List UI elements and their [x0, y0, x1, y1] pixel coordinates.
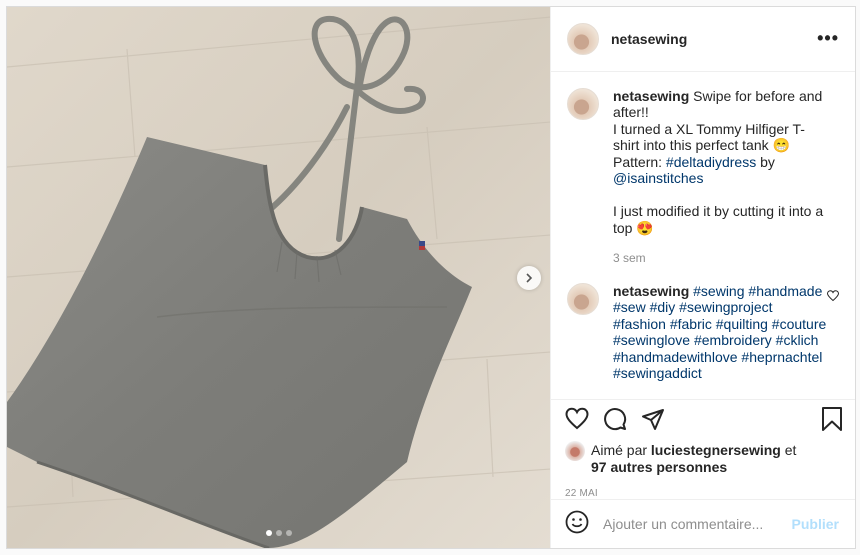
carousel-dot	[265, 530, 272, 536]
hashtag-link[interactable]: #sewingaddict	[613, 365, 702, 381]
comment-username[interactable]: netasewing	[613, 283, 689, 299]
hashtag-link[interactable]: #quilting	[716, 316, 768, 332]
hashtag-link[interactable]: #embroidery	[694, 332, 772, 348]
pattern-hashtag[interactable]: #deltadiydress	[666, 154, 756, 170]
header-username[interactable]: netasewing	[611, 31, 687, 47]
comment-button[interactable]	[603, 407, 627, 431]
tank-top-photo	[7, 7, 550, 548]
hashtag-link[interactable]: #cklich	[776, 332, 819, 348]
caption-timestamp[interactable]: 3 sem	[613, 250, 828, 267]
like-comment-button[interactable]	[826, 283, 840, 382]
hashtag-link[interactable]: #sew	[613, 299, 646, 315]
add-comment-bar: Ajouter un commentaire... Publier	[551, 498, 855, 548]
hashtag-link[interactable]: #handmade	[748, 283, 822, 299]
avatar[interactable]	[567, 22, 599, 55]
carousel-indicator	[7, 530, 550, 536]
hashtag-comment: netasewing #sewing #handmade #sew #diy #…	[567, 282, 840, 382]
instagram-post: netasewing ••• netasewing Swipe for befo…	[6, 6, 856, 549]
hashtag-link[interactable]: #fabric	[670, 316, 712, 332]
hashtag-link[interactable]: #fashion	[613, 316, 666, 332]
save-button[interactable]	[821, 406, 843, 431]
pattern-author-mention[interactable]: @isainstitches	[613, 170, 703, 186]
comments-section[interactable]: netasewing Swipe for before and after!! …	[551, 72, 855, 397]
liked-by-prefix: Aimé par	[591, 441, 648, 458]
carousel-dot	[285, 530, 292, 536]
liker-username[interactable]: luciestegnersewing	[651, 442, 781, 458]
avatar[interactable]	[567, 282, 599, 315]
paper-plane-icon	[642, 408, 664, 430]
caption: netasewing Swipe for before and after!! …	[567, 87, 839, 267]
caption-line2: I turned a XL Tommy Hilfiger T-shirt int…	[613, 120, 805, 154]
avatar[interactable]	[567, 87, 599, 120]
hashtag-link[interactable]: #handmadewithlove	[613, 349, 738, 365]
share-button[interactable]	[641, 407, 665, 431]
likes-summary: Aimé par luciestegnersewing et 97 autres…	[551, 438, 855, 476]
comment-input[interactable]: Ajouter un commentaire...	[603, 516, 763, 532]
post-date[interactable]: 22 MAI	[551, 476, 855, 499]
more-options-icon[interactable]: •••	[817, 28, 839, 49]
heart-icon	[826, 290, 840, 302]
other-likers-link[interactable]: 97 autres personnes	[591, 459, 727, 475]
bookmark-icon	[822, 406, 842, 431]
heart-icon	[565, 407, 589, 429]
liker-avatar[interactable]	[565, 440, 585, 461]
hashtag-link[interactable]: #sewing	[693, 283, 744, 299]
hashtag-link[interactable]: #heprnachtel	[741, 349, 822, 365]
hashtag-link[interactable]: #diy	[650, 299, 676, 315]
hashtag-link[interactable]: #couture	[772, 316, 826, 332]
emoji-button[interactable]	[565, 510, 589, 537]
hashtag-link[interactable]: #sewingproject	[679, 299, 772, 315]
next-slide-button[interactable]	[517, 266, 541, 290]
like-button[interactable]	[565, 407, 589, 431]
action-bar	[551, 398, 855, 438]
publish-button[interactable]: Publier	[792, 516, 839, 532]
pattern-label: Pattern:	[613, 153, 663, 170]
comment-icon	[604, 407, 627, 430]
post-sidebar: netasewing ••• netasewing Swipe for befo…	[550, 7, 855, 548]
post-photo[interactable]	[7, 7, 550, 548]
caption-line3: I just modified it by cutting it into a …	[613, 203, 824, 236]
smiley-icon	[565, 511, 589, 534]
post-header: netasewing •••	[551, 7, 855, 72]
by-label: by	[760, 153, 775, 170]
hashtag-link[interactable]: #sewinglove	[613, 332, 690, 348]
caption-username[interactable]: netasewing	[613, 88, 689, 104]
carousel-dot	[275, 530, 282, 536]
liked-by-connector: et	[784, 441, 797, 458]
chevron-right-icon	[526, 273, 533, 283]
